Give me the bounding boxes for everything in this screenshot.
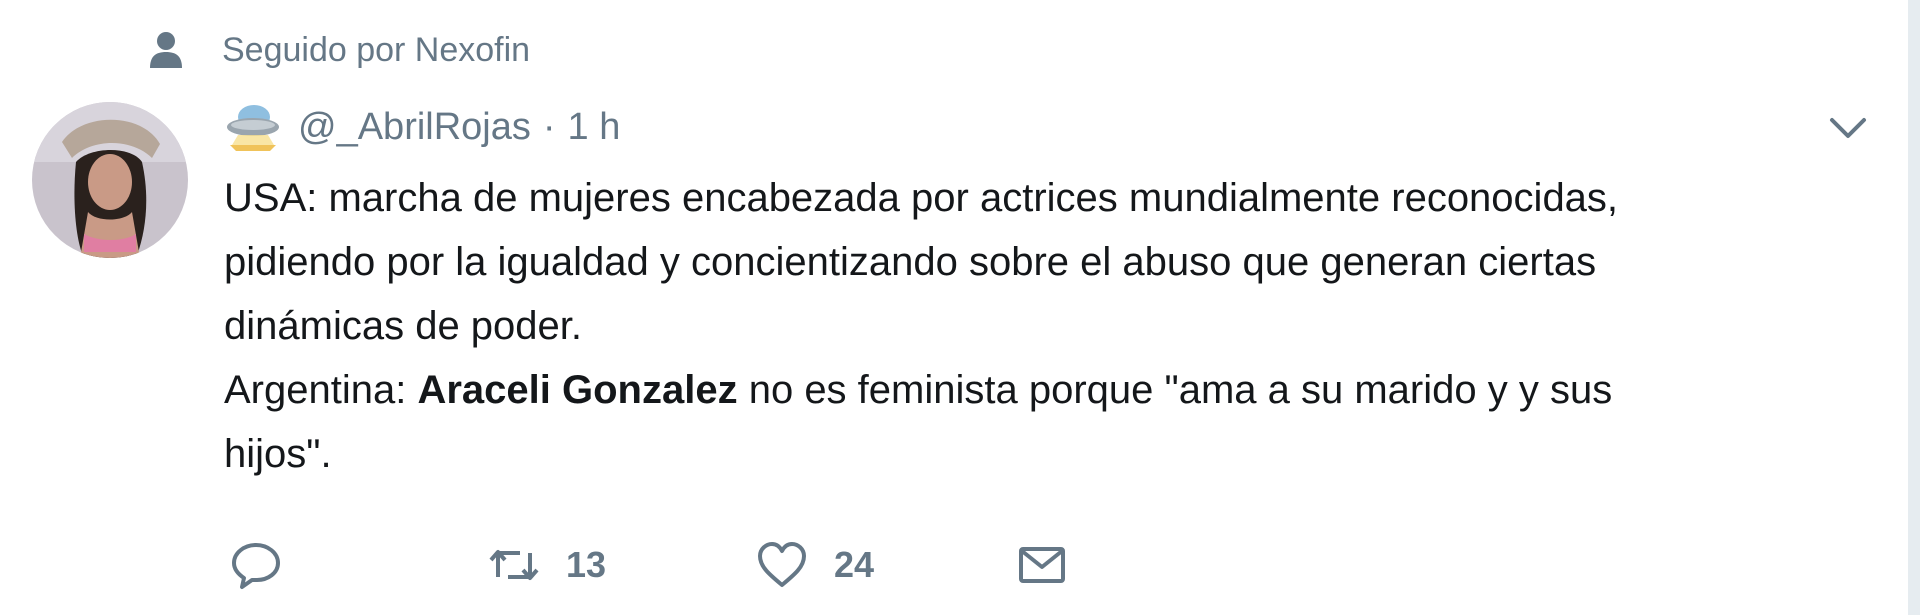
header-separator: · xyxy=(542,105,556,148)
tweet-line: hijos". xyxy=(224,432,332,476)
retweet-button[interactable]: 13 xyxy=(488,530,606,600)
social-context-text: Seguido por Nexofin xyxy=(222,30,531,69)
avatar[interactable] xyxy=(32,102,188,258)
person-icon xyxy=(150,32,182,68)
heart-icon xyxy=(758,542,806,587)
tweet-line: Argentina: Araceli Gonzalez no es femini… xyxy=(224,358,1864,422)
tweet-line: pidiendo por la igualdad y concientizand… xyxy=(224,240,1597,284)
author-handle[interactable]: @_AbrilRojas xyxy=(298,106,531,149)
mail-icon xyxy=(1019,547,1065,583)
scrollbar-edge xyxy=(1908,0,1920,615)
tweet-text-suffix: no es feminista porque "ama a su marido … xyxy=(737,368,1613,412)
like-button[interactable]: 24 xyxy=(756,530,874,600)
chevron-down-icon[interactable] xyxy=(1826,108,1870,148)
avatar-photo xyxy=(32,102,188,258)
tweet-timestamp[interactable]: 1 h xyxy=(568,106,621,149)
like-count: 24 xyxy=(834,544,875,585)
social-context: Seguido por Nexofin xyxy=(148,26,530,74)
retweet-count: 13 xyxy=(566,544,607,585)
message-button[interactable] xyxy=(1016,530,1068,600)
tweet-line: USA: marcha de mujeres encabezada por ac… xyxy=(224,176,1619,220)
ufo-icon xyxy=(227,105,279,151)
reply-icon xyxy=(232,543,280,589)
bold-mention: Araceli Gonzalez xyxy=(417,368,738,412)
tweet-text: USA: marcha de mujeres encabezada por ac… xyxy=(224,166,1864,486)
retweet-icon xyxy=(489,550,539,580)
tweet-header: @_AbrilRojas · 1 h xyxy=(224,98,620,156)
tweet-line: dinámicas de poder. xyxy=(224,304,583,348)
reply-button[interactable] xyxy=(230,530,282,600)
tweet-text-prefix: Argentina: xyxy=(224,368,418,412)
